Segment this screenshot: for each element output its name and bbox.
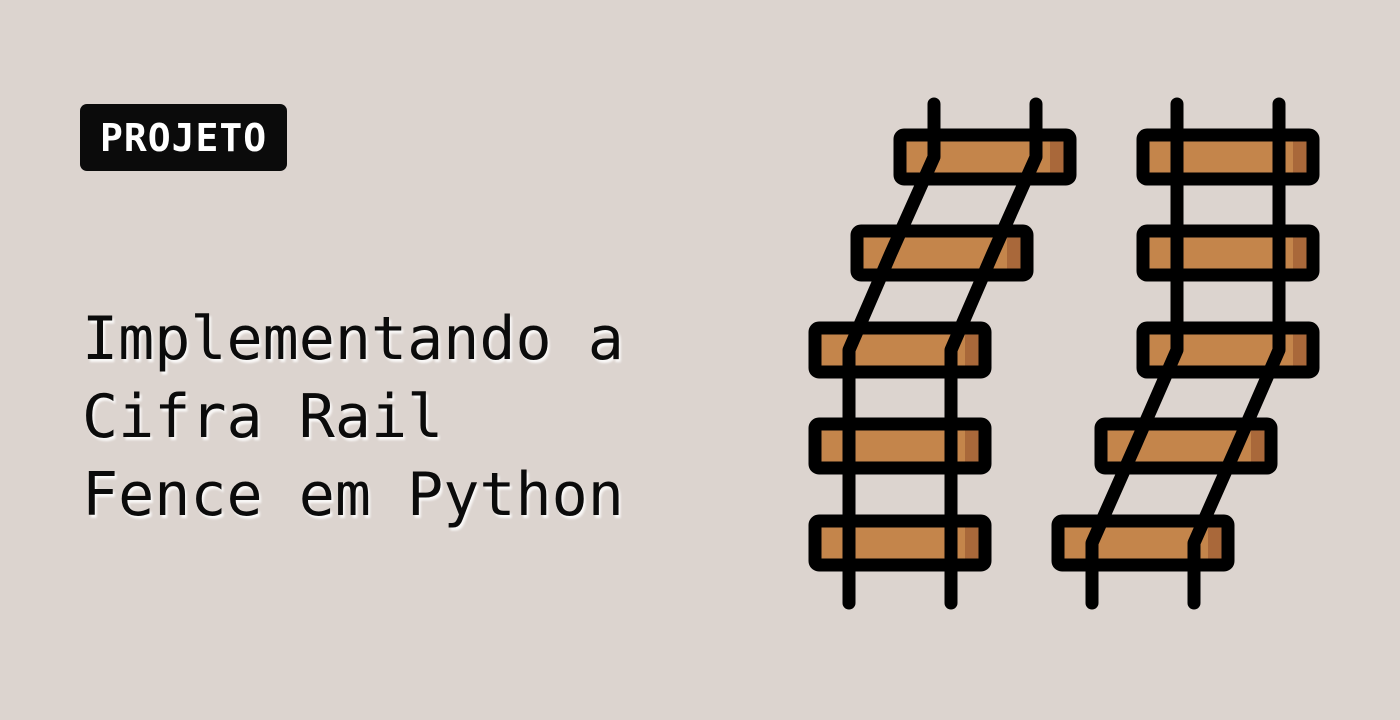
plank-shade — [965, 424, 979, 468]
project-badge-label: PROJETO — [100, 115, 268, 160]
title-line-3: Fence em Python — [82, 460, 624, 530]
banner: PROJETO Implementando a Cifra Rail Fence… — [0, 0, 1400, 720]
left-track — [808, 97, 1077, 610]
plank — [815, 521, 985, 565]
plank-shade — [1293, 135, 1307, 179]
plank — [1143, 231, 1313, 275]
plank-shade — [1293, 231, 1307, 275]
plank — [1143, 135, 1313, 179]
plank-shade — [1293, 328, 1307, 372]
plank-shade — [965, 521, 979, 565]
plank-shade — [1251, 424, 1265, 468]
title-line-1: Implementando a — [82, 304, 624, 374]
title-line-2: Cifra Rail — [82, 382, 444, 452]
railway-tracks-icon — [808, 97, 1320, 610]
plank-shade — [965, 328, 979, 372]
page-title: Implementando a Cifra Rail Fence em Pyth… — [82, 300, 722, 534]
plank-shade — [1007, 231, 1021, 275]
plank — [815, 424, 985, 468]
plank-shade — [1208, 521, 1222, 565]
right-track — [1051, 97, 1320, 610]
plank-shade — [1050, 135, 1064, 179]
project-badge: PROJETO — [80, 104, 288, 171]
